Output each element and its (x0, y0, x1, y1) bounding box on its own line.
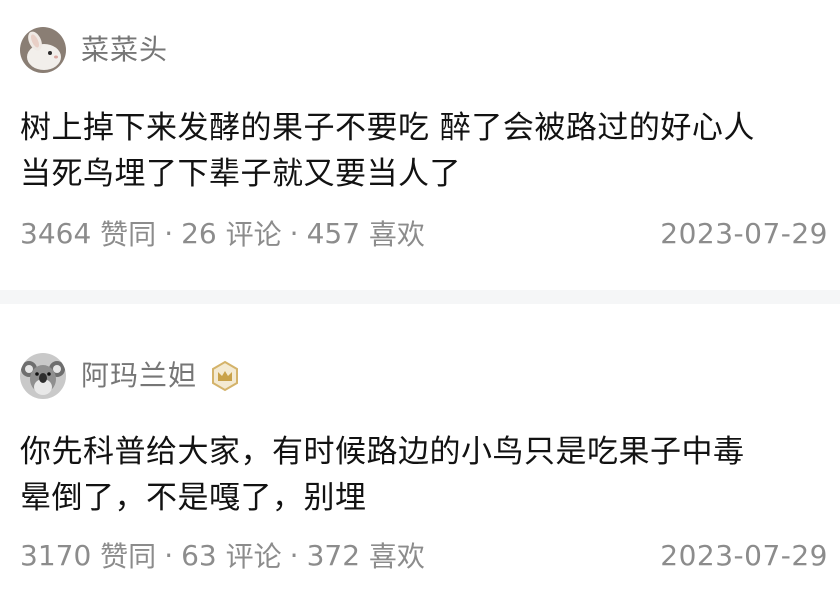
separator-dot: · (164, 538, 174, 572)
author-row[interactable]: 菜菜头 (20, 25, 168, 75)
like-count[interactable]: 3464 (20, 217, 91, 250)
comment-count[interactable]: 63 (181, 539, 217, 572)
separator-dot: · (164, 216, 174, 250)
comment-card: 菜菜头 树上掉下来发酵的果子不要吃 醉了会被路过的好心人 当死鸟埋了下辈子就又要… (0, 0, 840, 290)
comment-count[interactable]: 26 (181, 217, 217, 250)
comment-date: 2023-07-29 (660, 216, 828, 250)
author-row[interactable]: 阿玛兰妲 (20, 351, 241, 401)
comment-meta: 3464 赞同 · 26 评论 · 457 喜欢 2023-07-29 (20, 213, 828, 253)
favorite-label[interactable]: 喜欢 (369, 213, 425, 253)
author-name[interactable]: 菜菜头 (81, 36, 168, 64)
favorite-count[interactable]: 457 (307, 217, 360, 250)
author-name[interactable]: 阿玛兰妲 (81, 362, 197, 390)
comment-text: 树上掉下来发酵的果子不要吃 醉了会被路过的好心人 当死鸟埋了下辈子就又要当人了 (20, 110, 755, 192)
like-label[interactable]: 赞同 (100, 213, 156, 253)
favorite-label[interactable]: 喜欢 (369, 535, 425, 575)
comment-meta: 3170 赞同 · 63 评论 · 372 喜欢 2023-07-29 (20, 535, 828, 575)
comment-date: 2023-07-29 (660, 538, 828, 572)
comment-label[interactable]: 评论 (226, 535, 282, 575)
comment-label[interactable]: 评论 (226, 213, 282, 253)
avatar-icon[interactable] (20, 27, 66, 73)
separator-dot: · (289, 216, 299, 250)
favorite-count[interactable]: 372 (307, 539, 360, 572)
crown-badge-icon[interactable] (209, 360, 241, 392)
comment-card: 阿玛兰妲 你先科普给大家，有时候路边的小鸟只是吃果子中毒 晕倒了，不是嘎了，别埋… (0, 304, 840, 591)
separator-dot: · (289, 538, 299, 572)
like-label[interactable]: 赞同 (100, 535, 156, 575)
comment-text: 你先科普给大家，有时候路边的小鸟只是吃果子中毒 晕倒了，不是嘎了，别埋 (20, 434, 745, 516)
section-divider (0, 290, 840, 304)
like-count[interactable]: 3170 (20, 539, 91, 572)
avatar-icon[interactable] (20, 353, 66, 399)
